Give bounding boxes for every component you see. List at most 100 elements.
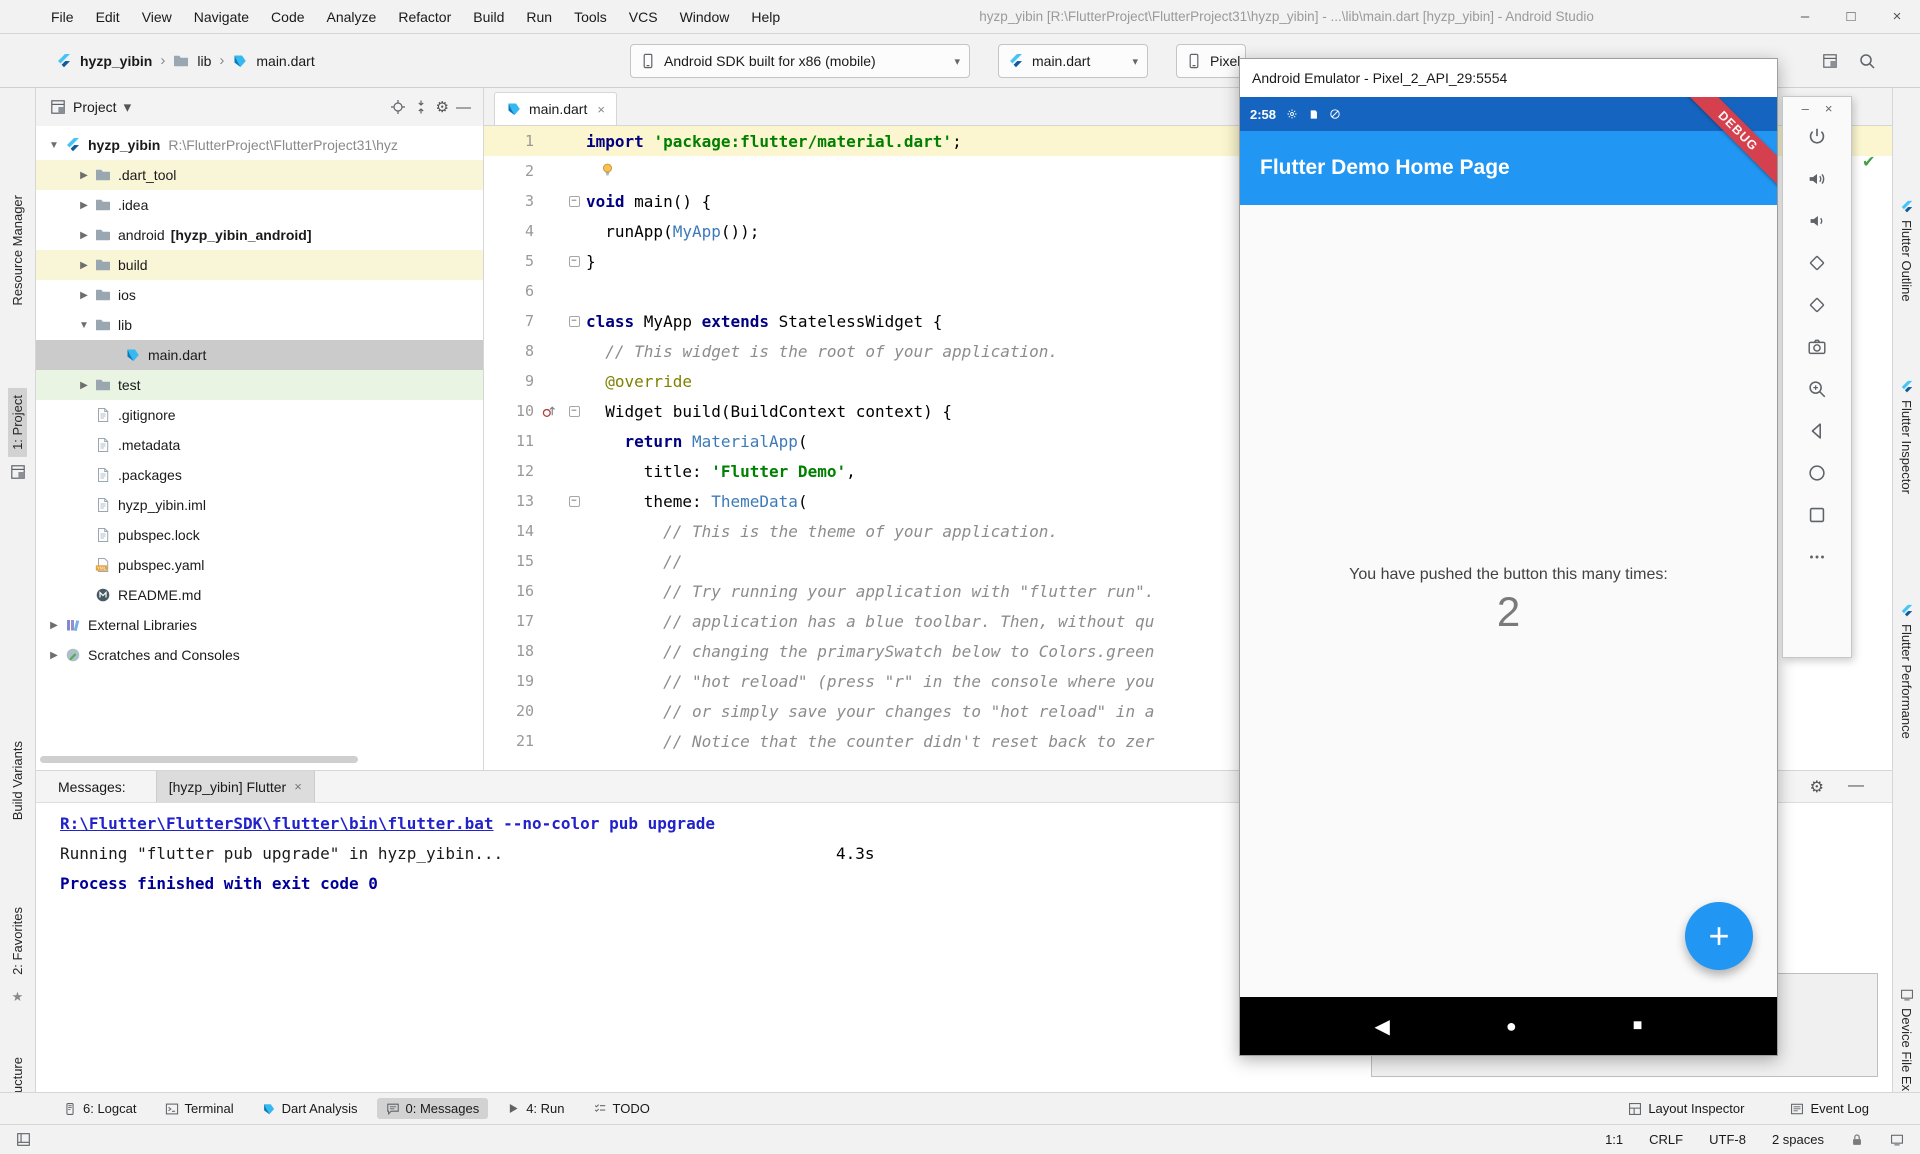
fold-marker-icon[interactable]: − bbox=[562, 316, 586, 327]
run-config-selector[interactable]: main.dart ▾ bbox=[998, 44, 1148, 78]
emulator-zoom-icon[interactable] bbox=[1802, 374, 1832, 404]
breadcrumb-project[interactable]: hyzp_yibin bbox=[80, 53, 152, 69]
tree-item-test[interactable]: ▶test bbox=[36, 370, 483, 400]
tree-item-external-libraries[interactable]: ▶External Libraries bbox=[36, 610, 483, 640]
tree-collapsed-arrow-icon[interactable]: ▶ bbox=[76, 260, 92, 271]
menu-navigate[interactable]: Navigate bbox=[183, 9, 260, 25]
tree-item-pubspec-yaml[interactable]: YMLpubspec.yaml bbox=[36, 550, 483, 580]
tree-expanded-arrow-icon[interactable]: ▼ bbox=[76, 320, 92, 331]
status-2-spaces[interactable]: 2 spaces bbox=[1772, 1132, 1824, 1147]
nav-back-icon[interactable]: ◀ bbox=[1375, 1014, 1390, 1039]
close-tab-icon[interactable]: × bbox=[294, 779, 302, 794]
tree-collapsed-arrow-icon[interactable]: ▶ bbox=[76, 230, 92, 241]
close-button[interactable]: × bbox=[1825, 101, 1833, 116]
tree-item-readme-md[interactable]: README.md bbox=[36, 580, 483, 610]
toolbutton-layout-inspector[interactable]: Layout Inspector bbox=[1619, 1098, 1753, 1119]
breadcrumb-dir[interactable]: lib bbox=[197, 53, 211, 69]
intention-bulb-icon[interactable] bbox=[600, 162, 615, 177]
fold-marker-icon[interactable]: − bbox=[562, 406, 586, 417]
device-selector[interactable]: Android SDK built for x86 (mobile) ▾ bbox=[630, 44, 970, 78]
minimize-button[interactable]: – bbox=[1802, 101, 1809, 116]
window-layout-icon[interactable] bbox=[16, 1132, 31, 1147]
nav-home-icon[interactable]: ● bbox=[1506, 1016, 1517, 1037]
toolstrip-project[interactable]: 1: Project bbox=[0, 388, 35, 480]
toolbutton-todo[interactable]: TODO bbox=[584, 1098, 659, 1119]
tree-expanded-arrow-icon[interactable]: ▼ bbox=[46, 140, 62, 151]
emulator-volume-up-icon[interactable] bbox=[1802, 164, 1832, 194]
close-tab-icon[interactable]: × bbox=[597, 102, 605, 117]
tree-collapsed-arrow-icon[interactable]: ▶ bbox=[76, 170, 92, 181]
tree-item-hyzp-yibin-iml[interactable]: hyzp_yibin.iml bbox=[36, 490, 483, 520]
tree-item--gitignore[interactable]: .gitignore bbox=[36, 400, 483, 430]
tree-item-lib[interactable]: ▼lib bbox=[36, 310, 483, 340]
menu-build[interactable]: Build bbox=[462, 9, 515, 25]
emulator-rotate-right-icon[interactable] bbox=[1802, 290, 1832, 320]
tree-item--packages[interactable]: .packages bbox=[36, 460, 483, 490]
locate-file-icon[interactable] bbox=[390, 99, 406, 115]
settings-gear-icon[interactable]: ⚙ bbox=[436, 98, 449, 116]
toolstrip-favorites[interactable]: 2: Favorites ★ bbox=[0, 900, 35, 1005]
tree-collapsed-arrow-icon[interactable]: ▶ bbox=[76, 380, 92, 391]
toolbutton-terminal[interactable]: Terminal bbox=[156, 1098, 243, 1119]
hide-panel-icon[interactable]: — bbox=[1848, 777, 1864, 797]
tree-horizontal-scrollbar[interactable] bbox=[40, 756, 358, 763]
menu-code[interactable]: Code bbox=[260, 9, 315, 25]
toolstrip-flutter-inspector[interactable]: Flutter Inspector bbox=[1893, 380, 1920, 494]
status-crlf[interactable]: CRLF bbox=[1649, 1132, 1683, 1147]
menu-vcs[interactable]: VCS bbox=[618, 9, 669, 25]
chevron-down-icon[interactable]: ▾ bbox=[124, 98, 132, 116]
toolbutton-event-log[interactable]: Event Log bbox=[1781, 1098, 1878, 1119]
search-icon[interactable] bbox=[1858, 52, 1876, 70]
messages-tab-flutter[interactable]: [hyzp_yibin] Flutter × bbox=[156, 771, 315, 802]
tree-item-android[interactable]: ▶android[hyzp_yibin_android] bbox=[36, 220, 483, 250]
emulator-power-icon[interactable] bbox=[1802, 122, 1832, 152]
toolbutton-4-run[interactable]: 4: Run bbox=[498, 1098, 573, 1119]
fold-marker-icon[interactable]: − bbox=[562, 496, 586, 507]
project-tree[interactable]: ▼hyzp_yibinR:\FlutterProject\FlutterProj… bbox=[36, 126, 483, 670]
tree-item-build[interactable]: ▶build bbox=[36, 250, 483, 280]
indicator-icon[interactable] bbox=[1890, 1133, 1904, 1147]
emulator-screen[interactable]: 2:58 Flutter Demo Home Page You have pus… bbox=[1240, 97, 1777, 1055]
tree-item-ios[interactable]: ▶ios bbox=[36, 280, 483, 310]
menu-refactor[interactable]: Refactor bbox=[387, 9, 462, 25]
tree-item-pubspec-lock[interactable]: pubspec.lock bbox=[36, 520, 483, 550]
target-device-selector[interactable]: Pixel bbox=[1176, 44, 1246, 78]
nav-overview-icon[interactable]: ■ bbox=[1633, 1017, 1643, 1035]
toolstrip-flutter-outline[interactable]: Flutter Outline bbox=[1893, 200, 1920, 302]
override-marker-icon[interactable] bbox=[534, 404, 562, 419]
editor-tab-main-dart[interactable]: main.dart × bbox=[494, 92, 617, 125]
tree-item--dart-tool[interactable]: ▶.dart_tool bbox=[36, 160, 483, 190]
emulator-screenshot-icon[interactable] bbox=[1802, 332, 1832, 362]
tree-collapsed-arrow-icon[interactable]: ▶ bbox=[76, 200, 92, 211]
menu-view[interactable]: View bbox=[131, 9, 183, 25]
project-header-title[interactable]: Project bbox=[73, 99, 117, 115]
collapse-all-icon[interactable] bbox=[413, 99, 429, 115]
breadcrumb-file[interactable]: main.dart bbox=[256, 53, 314, 69]
menu-help[interactable]: Help bbox=[740, 9, 791, 25]
fold-marker-icon[interactable]: − bbox=[562, 196, 586, 207]
tree-item--idea[interactable]: ▶.idea bbox=[36, 190, 483, 220]
emulator-home-icon[interactable] bbox=[1802, 458, 1832, 488]
fold-marker-icon[interactable]: − bbox=[562, 256, 586, 267]
lock-icon[interactable] bbox=[1850, 1133, 1864, 1147]
toolbutton-0-messages[interactable]: 0: Messages bbox=[377, 1098, 489, 1119]
toolbutton-dart-analysis[interactable]: Dart Analysis bbox=[253, 1098, 367, 1119]
hide-panel-icon[interactable]: — bbox=[456, 99, 471, 116]
menu-run[interactable]: Run bbox=[515, 9, 563, 25]
emulator-rotate-left-icon[interactable] bbox=[1802, 248, 1832, 278]
emulator-title-bar[interactable]: Android Emulator - Pixel_2_API_29:5554 bbox=[1240, 59, 1777, 97]
tree-collapsed-arrow-icon[interactable]: ▶ bbox=[46, 650, 62, 661]
tool-window-icon[interactable] bbox=[1822, 53, 1838, 69]
tree-item-hyzp-yibin[interactable]: ▼hyzp_yibinR:\FlutterProject\FlutterProj… bbox=[36, 130, 483, 160]
increment-fab-button[interactable]: + bbox=[1685, 902, 1753, 970]
tree-item--metadata[interactable]: .metadata bbox=[36, 430, 483, 460]
settings-gear-icon[interactable]: ⚙ bbox=[1810, 777, 1824, 797]
menu-edit[interactable]: Edit bbox=[85, 9, 131, 25]
menu-window[interactable]: Window bbox=[669, 9, 741, 25]
toolstrip-resource-manager[interactable]: Resource Manager bbox=[0, 188, 35, 313]
emulator-back-icon[interactable] bbox=[1802, 416, 1832, 446]
menu-file[interactable]: File bbox=[40, 9, 85, 25]
toolstrip-flutter-performance[interactable]: Flutter Performance bbox=[1893, 604, 1920, 739]
command-link[interactable]: R:\Flutter\FlutterSDK\flutter\bin\flutte… bbox=[60, 814, 493, 833]
close-button[interactable]: × bbox=[1874, 8, 1920, 25]
